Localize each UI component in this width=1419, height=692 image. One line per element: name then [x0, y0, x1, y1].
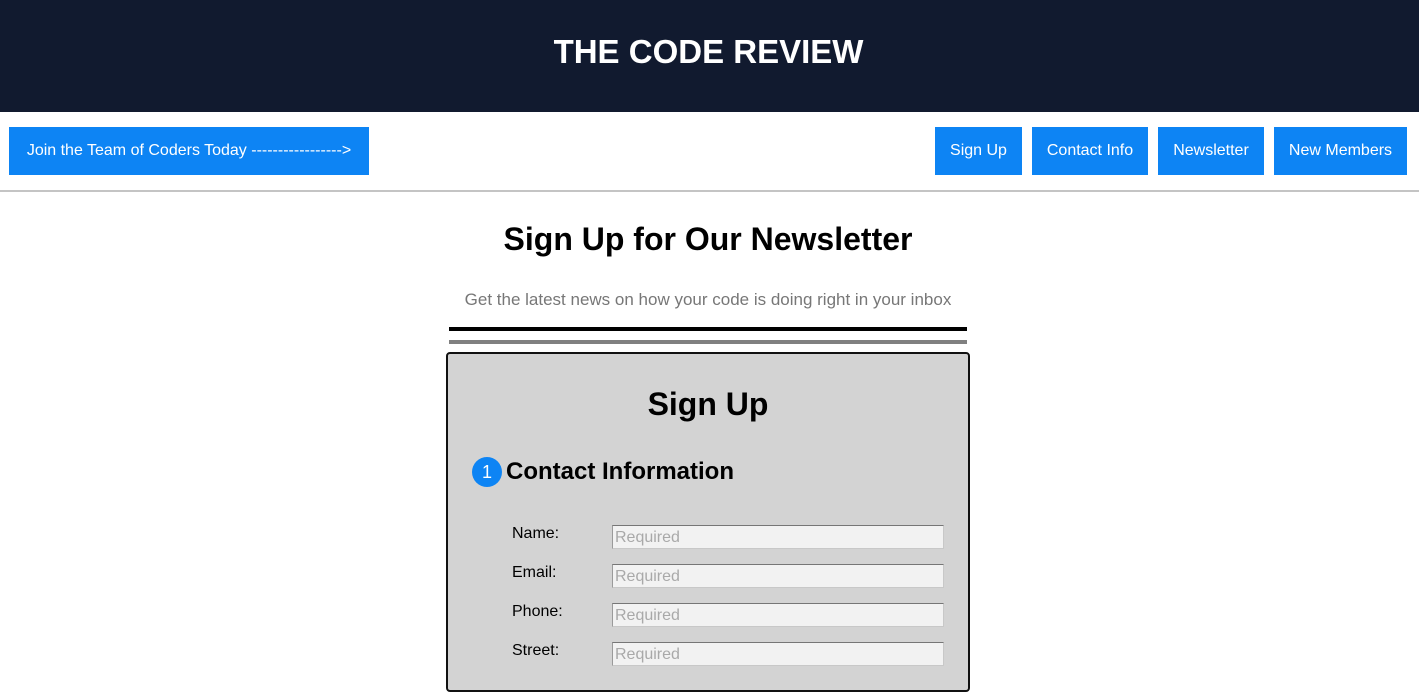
section-title: Contact Information — [506, 458, 734, 485]
name-label: Name: — [512, 525, 560, 542]
signup-form: Sign Up 1 Contact Information Name: Emai… — [446, 352, 970, 692]
street-label: Street: — [512, 642, 560, 659]
nav-contact-info-button[interactable]: Contact Info — [1032, 127, 1148, 175]
email-field-row: Email: — [448, 564, 968, 588]
nav-new-members-button[interactable]: New Members — [1274, 127, 1407, 175]
site-header: THE CODE REVIEW — [0, 0, 1419, 112]
email-label: Email: — [512, 564, 557, 581]
street-field-row: Street: — [448, 642, 968, 666]
divider-black — [449, 327, 967, 331]
phone-label: Phone: — [512, 603, 563, 620]
page-heading: Sign Up for Our Newsletter — [503, 221, 913, 257]
form-title: Sign Up — [647, 386, 769, 422]
phone-input[interactable] — [612, 603, 944, 627]
nav-bar: Join the Team of Coders Today ----------… — [0, 112, 1419, 192]
street-input[interactable] — [612, 642, 944, 666]
page-subheading: Get the latest news on how your code is … — [464, 290, 952, 309]
nav-sign-up-button[interactable]: Sign Up — [935, 127, 1022, 175]
name-input[interactable] — [612, 525, 944, 549]
name-field-row: Name: — [448, 525, 968, 549]
email-input[interactable] — [612, 564, 944, 588]
join-team-button[interactable]: Join the Team of Coders Today ----------… — [9, 127, 369, 175]
step-number-badge: 1 — [472, 457, 502, 487]
divider-gray — [449, 340, 967, 344]
phone-field-row: Phone: — [448, 603, 968, 627]
site-title: THE CODE REVIEW — [553, 33, 864, 70]
nav-newsletter-button[interactable]: Newsletter — [1158, 127, 1264, 175]
